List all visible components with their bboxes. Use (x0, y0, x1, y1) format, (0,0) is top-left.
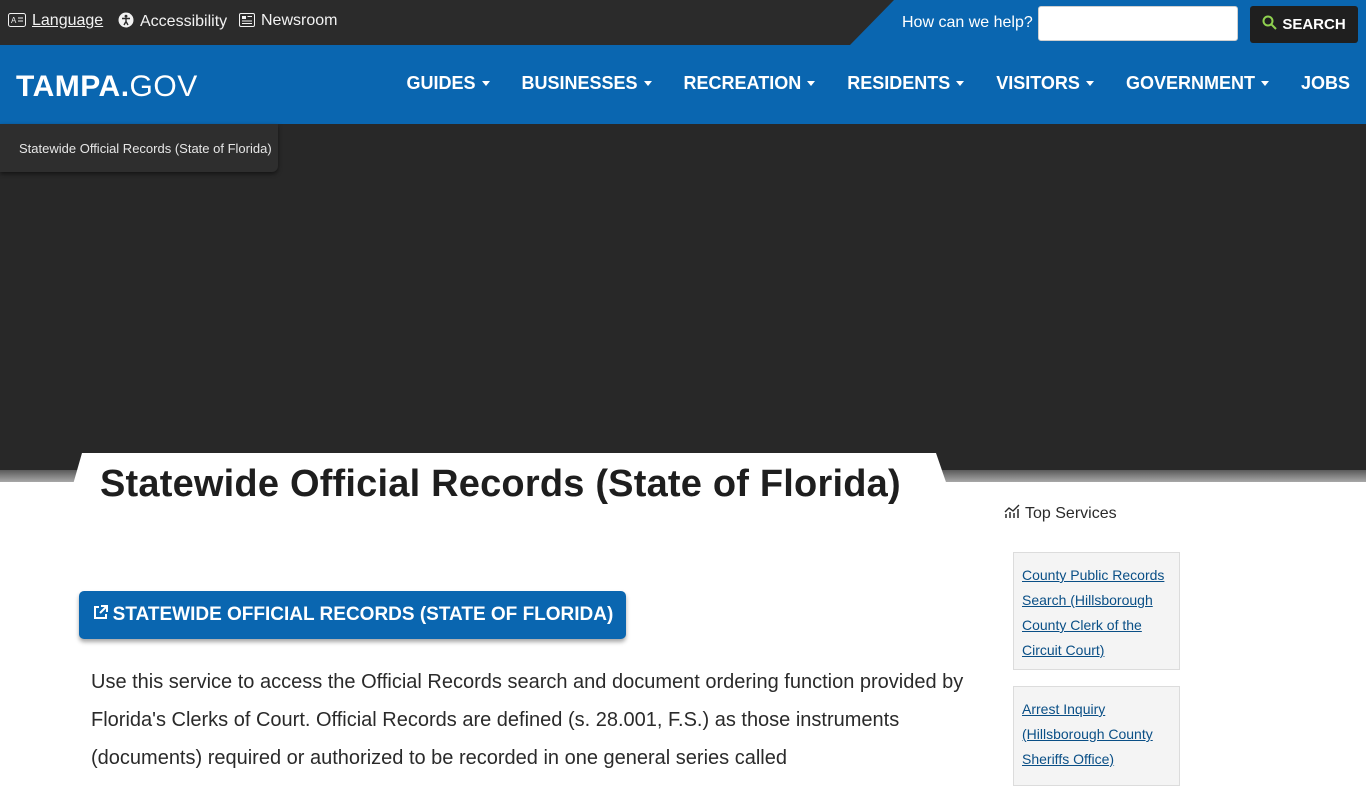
caret-down-icon (481, 81, 490, 86)
nav-visitors[interactable]: VISITORS (996, 73, 1094, 94)
accessibility-label: Accessibility (140, 12, 228, 30)
language-label: Language (32, 12, 104, 29)
service-link-arrest-inquiry[interactable]: Arrest Inquiry (Hillsborough County Sher… (1022, 697, 1171, 772)
chart-icon (1004, 504, 1021, 523)
hero-banner (0, 124, 1366, 470)
nav-guides[interactable]: GUIDES (406, 73, 490, 94)
statewide-records-button[interactable]: STATEWIDE OFFICIAL RECORDS (STATE OF FLO… (79, 591, 626, 639)
nav-businesses[interactable]: BUSINESSES (522, 73, 652, 94)
caret-down-icon (643, 81, 652, 86)
nav-guides-label: GUIDES (406, 73, 476, 93)
top-services-heading: Top Services (1004, 504, 1117, 523)
newsroom-link[interactable]: Newsroom (239, 12, 337, 30)
newsroom-icon (239, 12, 255, 30)
service-card: County Public Records Search (Hillsborou… (1013, 552, 1180, 670)
caret-down-icon (956, 81, 965, 86)
external-link-icon (92, 604, 109, 627)
search-button-label: SEARCH (1282, 16, 1346, 33)
search-button[interactable]: SEARCH (1250, 6, 1358, 43)
top-services-label: Top Services (1025, 504, 1117, 522)
site-logo[interactable]: TAMPA.GOV (16, 70, 198, 104)
caret-down-icon (1085, 81, 1094, 86)
nav-recreation[interactable]: RECREATION (684, 73, 816, 94)
search-help-label: How can we help? (902, 14, 1033, 31)
language-icon: A (8, 12, 26, 30)
nav-government[interactable]: GOVERNMENT (1126, 73, 1269, 94)
newsroom-label: Newsroom (261, 12, 338, 29)
page-title: Statewide Official Records (State of Flo… (100, 463, 901, 505)
nav-jobs-label: JOBS (1300, 73, 1350, 93)
accessibility-icon (118, 12, 134, 31)
language-link[interactable]: A Language (8, 12, 103, 30)
service-card: Arrest Inquiry (Hillsborough County Sher… (1013, 686, 1180, 786)
accessibility-link[interactable]: Accessibility (118, 12, 227, 31)
caret-down-icon (1260, 81, 1269, 86)
logo-bold: TAMPA. (16, 70, 130, 103)
nav-recreation-label: RECREATION (683, 73, 802, 93)
logo-light: GOV (129, 70, 198, 103)
utility-bar: A Language Accessibility Newsroom How ca… (0, 0, 1366, 45)
nav-government-label: GOVERNMENT (1125, 73, 1255, 93)
svg-text:A: A (11, 16, 17, 25)
nav-residents-label: RESIDENTS (847, 73, 951, 93)
statewide-records-button-label: STATEWIDE OFFICIAL RECORDS (STATE OF FLO… (112, 604, 614, 625)
caret-down-icon (807, 81, 816, 86)
search-input[interactable] (1038, 6, 1238, 41)
service-description: Use this service to access the Official … (91, 671, 964, 769)
main-nav: TAMPA.GOV GUIDES BUSINESSES RECREATION R… (0, 45, 1366, 124)
nav-visitors-label: VISITORS (996, 73, 1080, 93)
nav-residents[interactable]: RESIDENTS (847, 73, 965, 94)
breadcrumb[interactable]: Statewide Official Records (State of Flo… (0, 124, 278, 172)
nav-menu: GUIDES BUSINESSES RECREATION RESIDENTS V… (406, 73, 1350, 94)
search-icon (1262, 15, 1278, 34)
nav-businesses-label: BUSINESSES (521, 73, 638, 93)
nav-jobs[interactable]: JOBS (1301, 73, 1350, 94)
service-link-county-public-records[interactable]: County Public Records Search (Hillsborou… (1022, 563, 1171, 663)
